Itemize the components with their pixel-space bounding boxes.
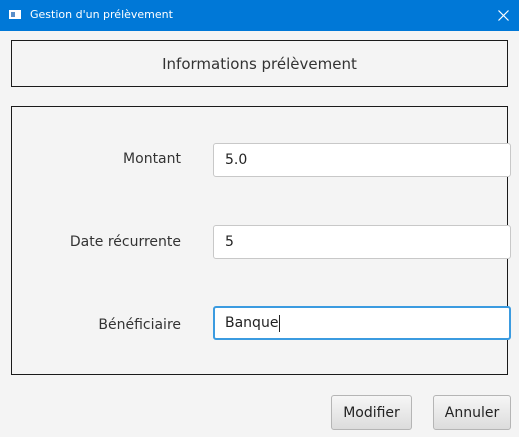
montant-value: 5.0	[225, 152, 248, 168]
date-recurrente-value: 5	[225, 234, 234, 250]
date-recurrente-input[interactable]: 5	[213, 225, 511, 259]
title-bar[interactable]: Gestion d'un prélèvement	[0, 0, 519, 31]
beneficiaire-input[interactable]: Banque	[213, 306, 511, 340]
window-title: Gestion d'un prélèvement	[30, 8, 173, 21]
header-panel: Informations prélèvement	[11, 40, 508, 87]
date-recurrente-label: Date récurrente	[69, 234, 181, 250]
close-icon	[498, 10, 509, 21]
form-panel: Montant 5.0 Date récurrente 5 Bénéficiai…	[11, 106, 511, 375]
annuler-button[interactable]: Annuler	[433, 395, 511, 430]
modifier-button[interactable]: Modifier	[331, 395, 412, 430]
close-button[interactable]	[488, 0, 519, 31]
window-app-icon	[9, 10, 21, 19]
beneficiaire-label: Bénéficiaire	[98, 317, 181, 333]
beneficiaire-value: Banque	[225, 315, 279, 331]
montant-input[interactable]: 5.0	[213, 143, 511, 177]
text-caret	[279, 314, 281, 332]
montant-label: Montant	[123, 151, 181, 167]
header-title: Informations prélèvement	[162, 54, 357, 73]
